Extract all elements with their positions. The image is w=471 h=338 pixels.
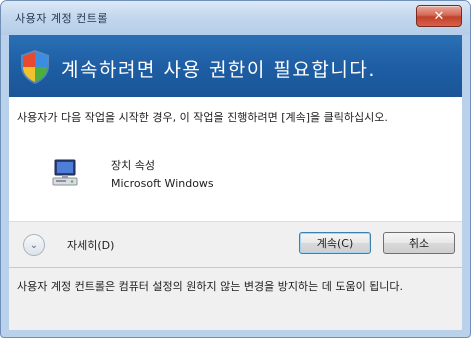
computer-icon bbox=[52, 159, 78, 186]
heading-banner: 계속하려면 사용 권한이 필요합니다. bbox=[9, 35, 462, 97]
uac-dialog: 사용자 계정 컨트롤 ✕ 계속하려면 사용 권한이 필요합니다. 사용자가 다음… bbox=[0, 0, 471, 338]
continue-button[interactable]: 계속(C) bbox=[299, 232, 371, 254]
permission-heading: 계속하려면 사용 권한이 필요합니다. bbox=[61, 59, 376, 81]
uac-shield-icon bbox=[21, 50, 49, 84]
cancel-button[interactable]: 취소 bbox=[383, 232, 455, 254]
program-name: 장치 속성 bbox=[111, 159, 155, 172]
footer-help-text[interactable]: 사용자 계정 컨트롤은 컴퓨터 설정의 원하지 않는 변경을 방지하는 데 도움… bbox=[17, 278, 457, 296]
program-publisher: Microsoft Windows bbox=[111, 177, 214, 190]
chevron-down-icon: ⌄ bbox=[29, 239, 39, 251]
instruction-text: 사용자가 다음 작업을 시작한 경우, 이 작업을 진행하려면 [계속]을 클릭… bbox=[17, 111, 388, 124]
close-icon: ✕ bbox=[433, 8, 445, 24]
title-bar[interactable]: 사용자 계정 컨트롤 ✕ bbox=[1, 1, 470, 35]
footer: 사용자 계정 컨트롤은 컴퓨터 설정의 원하지 않는 변경을 방지하는 데 도움… bbox=[9, 267, 462, 330]
details-label[interactable]: 자세히(D) bbox=[67, 237, 114, 253]
window-title: 사용자 계정 컨트롤 bbox=[15, 12, 108, 25]
details-toggle[interactable]: ⌄ bbox=[23, 234, 45, 256]
button-bar: ⌄ 자세히(D) 계속(C) 취소 bbox=[9, 221, 462, 268]
close-button[interactable]: ✕ bbox=[416, 5, 462, 27]
content-area: 사용자가 다음 작업을 시작한 경우, 이 작업을 진행하려면 [계속]을 클릭… bbox=[9, 97, 462, 221]
